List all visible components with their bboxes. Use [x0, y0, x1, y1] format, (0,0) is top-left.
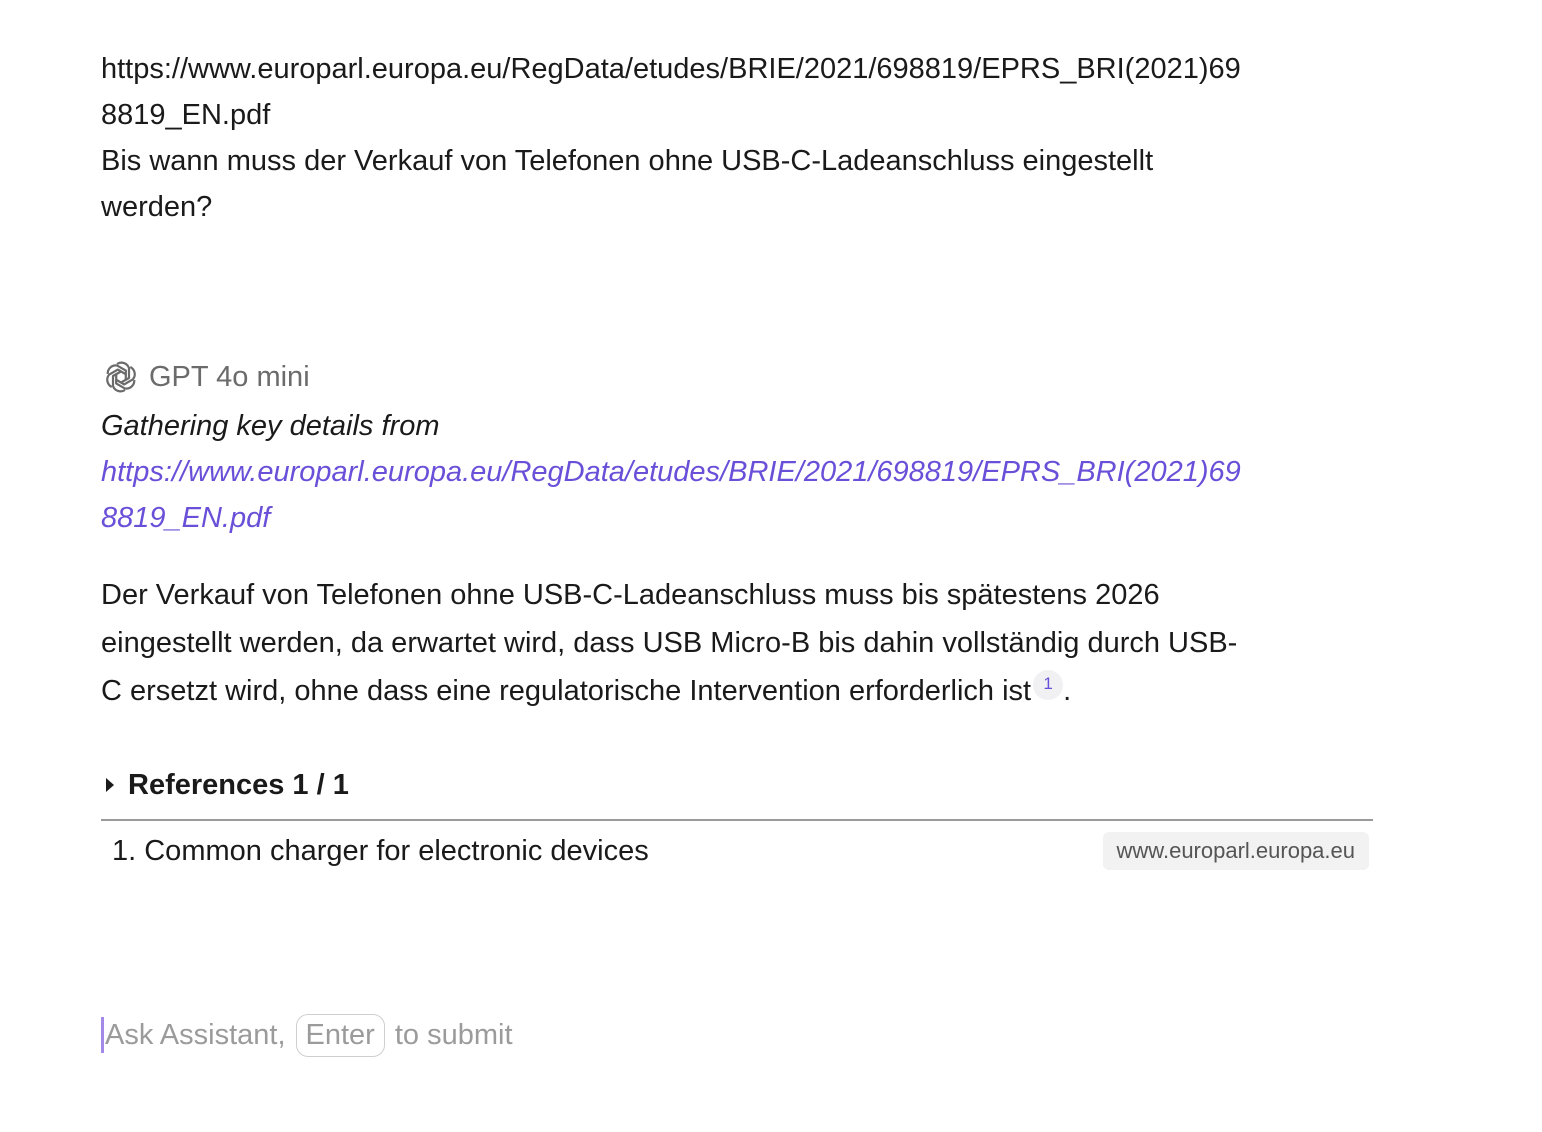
input-placeholder-suffix: to submit: [394, 1018, 513, 1051]
reference-item[interactable]: 1. Common charger for electronic devices…: [101, 821, 1373, 881]
user-url-line: 8819_EN.pdf: [101, 99, 271, 131]
answer-line: C ersetzt wird, ohne dass eine regulator…: [101, 667, 1373, 715]
model-name: GPT 4o mini: [149, 360, 310, 393]
enter-key-hint: Enter: [295, 1013, 385, 1057]
text-cursor: [101, 1017, 104, 1053]
citation-badge[interactable]: 1: [1033, 670, 1064, 701]
source-link[interactable]: https://www.europarl.europa.eu/RegData/e…: [101, 449, 1373, 495]
references-toggle[interactable]: References 1 / 1: [101, 763, 1373, 821]
references-header: References 1 / 1: [128, 768, 349, 801]
user-question-line: Bis wann muss der Verkauf von Telefonen …: [101, 145, 1154, 177]
gathering-status: Gathering key details from https://www.e…: [101, 403, 1373, 541]
answer-line: eingestellt werden, da erwartet wird, da…: [101, 627, 1238, 659]
answer-end: .: [1063, 675, 1072, 707]
reference-domain-badge: www.europarl.europa.eu: [1102, 832, 1369, 870]
chat-input[interactable]: Ask Assistant, Enter to submit: [101, 1010, 513, 1060]
gathering-prefix: Gathering key details from: [101, 410, 440, 442]
user-message-text: https://www.europarl.europa.eu/RegData/e…: [101, 46, 1373, 230]
user-message: https://www.europarl.europa.eu/RegData/e…: [101, 46, 1373, 230]
source-link[interactable]: 8819_EN.pdf: [101, 495, 1373, 541]
model-header: GPT 4o mini: [101, 355, 1373, 399]
caret-right-icon: [106, 778, 114, 792]
answer-line-text: C ersetzt wird, ohne dass eine regulator…: [101, 675, 1032, 707]
assistant-message: GPT 4o mini Gathering key details from h…: [101, 355, 1373, 881]
reference-title[interactable]: 1. Common charger for electronic devices: [101, 835, 649, 868]
user-url-line: https://www.europarl.europa.eu/RegData/e…: [101, 53, 1241, 85]
user-question-line: werden?: [101, 191, 213, 223]
input-placeholder-prefix: Ask Assistant,: [105, 1018, 286, 1051]
answer-line: Der Verkauf von Telefonen ohne USB-C-Lad…: [101, 579, 1160, 611]
openai-logo-icon: [101, 357, 141, 397]
answer-text: Der Verkauf von Telefonen ohne USB-C-Lad…: [101, 571, 1373, 715]
